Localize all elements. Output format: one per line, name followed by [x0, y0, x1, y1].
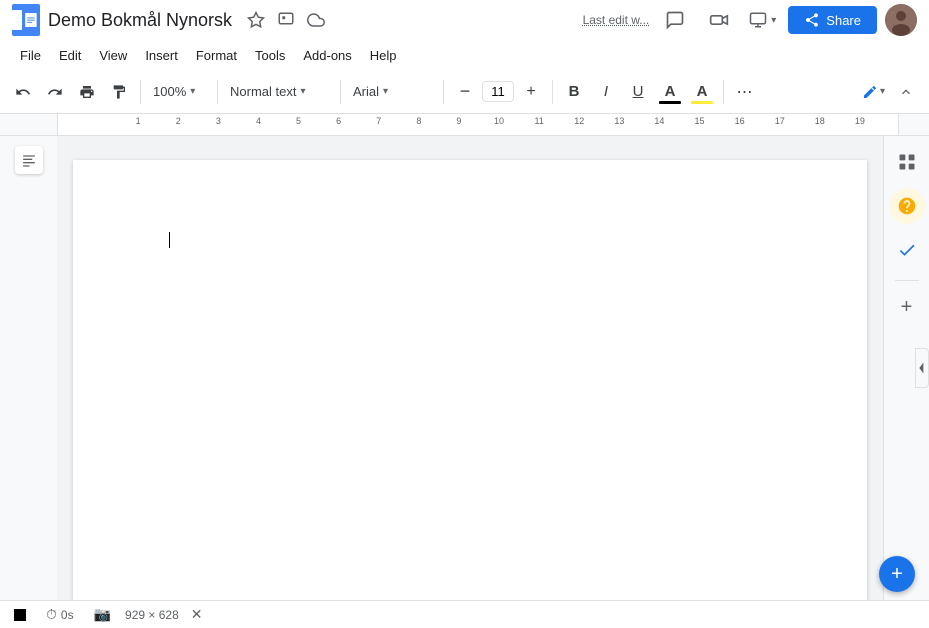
italic-button[interactable]: I: [591, 77, 621, 107]
zoom-value: 100%: [153, 84, 186, 99]
cloud-save-icon[interactable]: [304, 8, 328, 32]
status-time-item[interactable]: ⏱ 0s: [40, 604, 80, 625]
share-button[interactable]: Share: [788, 6, 877, 34]
collapse-toolbar-button[interactable]: [891, 77, 921, 107]
status-black-square: [14, 609, 26, 621]
screenshot-icon: 📷: [94, 606, 111, 623]
bold-button[interactable]: B: [559, 77, 589, 107]
outline-button[interactable]: [15, 146, 43, 174]
menu-view[interactable]: View: [91, 44, 135, 67]
sidebar-right: +: [883, 136, 929, 600]
increase-font-size-button[interactable]: +: [516, 77, 546, 107]
status-black-square-item[interactable]: [8, 607, 32, 623]
underline-button[interactable]: U: [623, 77, 653, 107]
separator-1: [140, 80, 141, 104]
separator-4: [443, 80, 444, 104]
menu-insert[interactable]: Insert: [137, 44, 186, 67]
menu-tools[interactable]: Tools: [247, 44, 293, 67]
paint-format-button[interactable]: [104, 77, 134, 107]
ruler-right: [899, 114, 929, 135]
font-value: Arial: [353, 84, 379, 99]
font-size-input[interactable]: [482, 81, 514, 102]
italic-label: I: [604, 83, 608, 100]
history-icon[interactable]: [274, 8, 298, 32]
bold-label: B: [569, 83, 580, 100]
editing-mode-button[interactable]: ▾: [858, 77, 889, 107]
more-icon: ⋯: [737, 82, 754, 102]
toolbar: 100% ▾ Normal text ▾ Arial ▾ − + B I U A…: [0, 70, 929, 114]
bookmark-icon[interactable]: [244, 8, 268, 32]
status-time: 0s: [61, 608, 74, 622]
last-edit[interactable]: Last edit w...: [583, 13, 650, 27]
status-bar: ⏱ 0s 📷 929 × 628 ✕: [0, 600, 929, 628]
menu-file[interactable]: File: [12, 44, 49, 67]
decrease-font-size-button[interactable]: −: [450, 77, 480, 107]
more-options-button[interactable]: ⋯: [730, 77, 760, 107]
ruler: 12345678910111213141516171819: [57, 114, 899, 135]
style-dropdown-arrow: ▾: [300, 86, 305, 97]
collapse-sidebar-button[interactable]: [915, 348, 929, 388]
plus-icon: +: [901, 296, 913, 319]
text-color-label: A: [665, 83, 676, 100]
text-cursor: [169, 232, 170, 248]
add-panel-button[interactable]: +: [893, 293, 921, 321]
doc-icon: [12, 4, 40, 36]
style-select[interactable]: Normal text ▾: [224, 77, 334, 107]
style-value: Normal text: [230, 84, 296, 99]
add-page-button[interactable]: +: [879, 556, 915, 592]
font-size-area: − +: [450, 77, 546, 107]
doc-area[interactable]: [57, 136, 883, 600]
status-close-button[interactable]: ✕: [187, 604, 207, 625]
menu-edit[interactable]: Edit: [51, 44, 89, 67]
status-screenshot-item[interactable]: 📷: [88, 604, 117, 625]
view-options-button[interactable]: ▾: [745, 5, 780, 35]
print-button[interactable]: [72, 77, 102, 107]
title-icons: [244, 8, 328, 32]
ruler-wrapper: 12345678910111213141516171819: [0, 114, 929, 136]
underline-label: U: [633, 83, 644, 100]
doc-title: Demo Bokmål Nynorsk: [48, 10, 232, 31]
apps-panel-button[interactable]: [889, 144, 925, 180]
avatar[interactable]: [885, 4, 917, 36]
camera-icon: ⏱: [46, 606, 57, 623]
ruler-left-margin: [0, 114, 57, 135]
status-dimensions: 929 × 628: [125, 608, 179, 622]
editing-dropdown-arrow: ▾: [880, 86, 885, 97]
assistant-panel-button[interactable]: [889, 188, 925, 224]
menu-bar: File Edit View Insert Format Tools Add-o…: [0, 40, 929, 70]
title-bar: Demo Bokmål Nynorsk Last edit w... ▾ Sha…: [0, 0, 929, 40]
highlight-button[interactable]: A: [687, 77, 717, 107]
highlight-bar: [691, 101, 713, 104]
separator-6: [723, 80, 724, 104]
document-page[interactable]: [73, 160, 867, 600]
text-color-bar: [659, 101, 681, 104]
add-page-icon: +: [891, 563, 903, 586]
highlight-label: A: [697, 83, 708, 100]
zoom-select[interactable]: 100% ▾: [147, 77, 211, 107]
text-color-button[interactable]: A: [655, 77, 685, 107]
comments-icon[interactable]: [657, 2, 693, 38]
menu-addons[interactable]: Add-ons: [295, 44, 359, 67]
tasks-panel-button[interactable]: [889, 232, 925, 268]
menu-format[interactable]: Format: [188, 44, 245, 67]
zoom-dropdown-arrow: ▾: [190, 86, 195, 97]
share-label: Share: [826, 13, 861, 28]
main-area: +: [0, 136, 929, 600]
font-dropdown-arrow: ▾: [383, 86, 388, 97]
menu-help[interactable]: Help: [362, 44, 405, 67]
side-divider: [895, 280, 919, 281]
font-select[interactable]: Arial ▾: [347, 77, 437, 107]
separator-2: [217, 80, 218, 104]
sidebar-left: [0, 136, 57, 600]
separator-3: [340, 80, 341, 104]
redo-button[interactable]: [40, 77, 70, 107]
view-options-arrow: ▾: [771, 15, 776, 26]
undo-button[interactable]: [8, 77, 38, 107]
separator-5: [552, 80, 553, 104]
meeting-icon[interactable]: [701, 2, 737, 38]
header-right: ▾ Share: [657, 2, 917, 38]
